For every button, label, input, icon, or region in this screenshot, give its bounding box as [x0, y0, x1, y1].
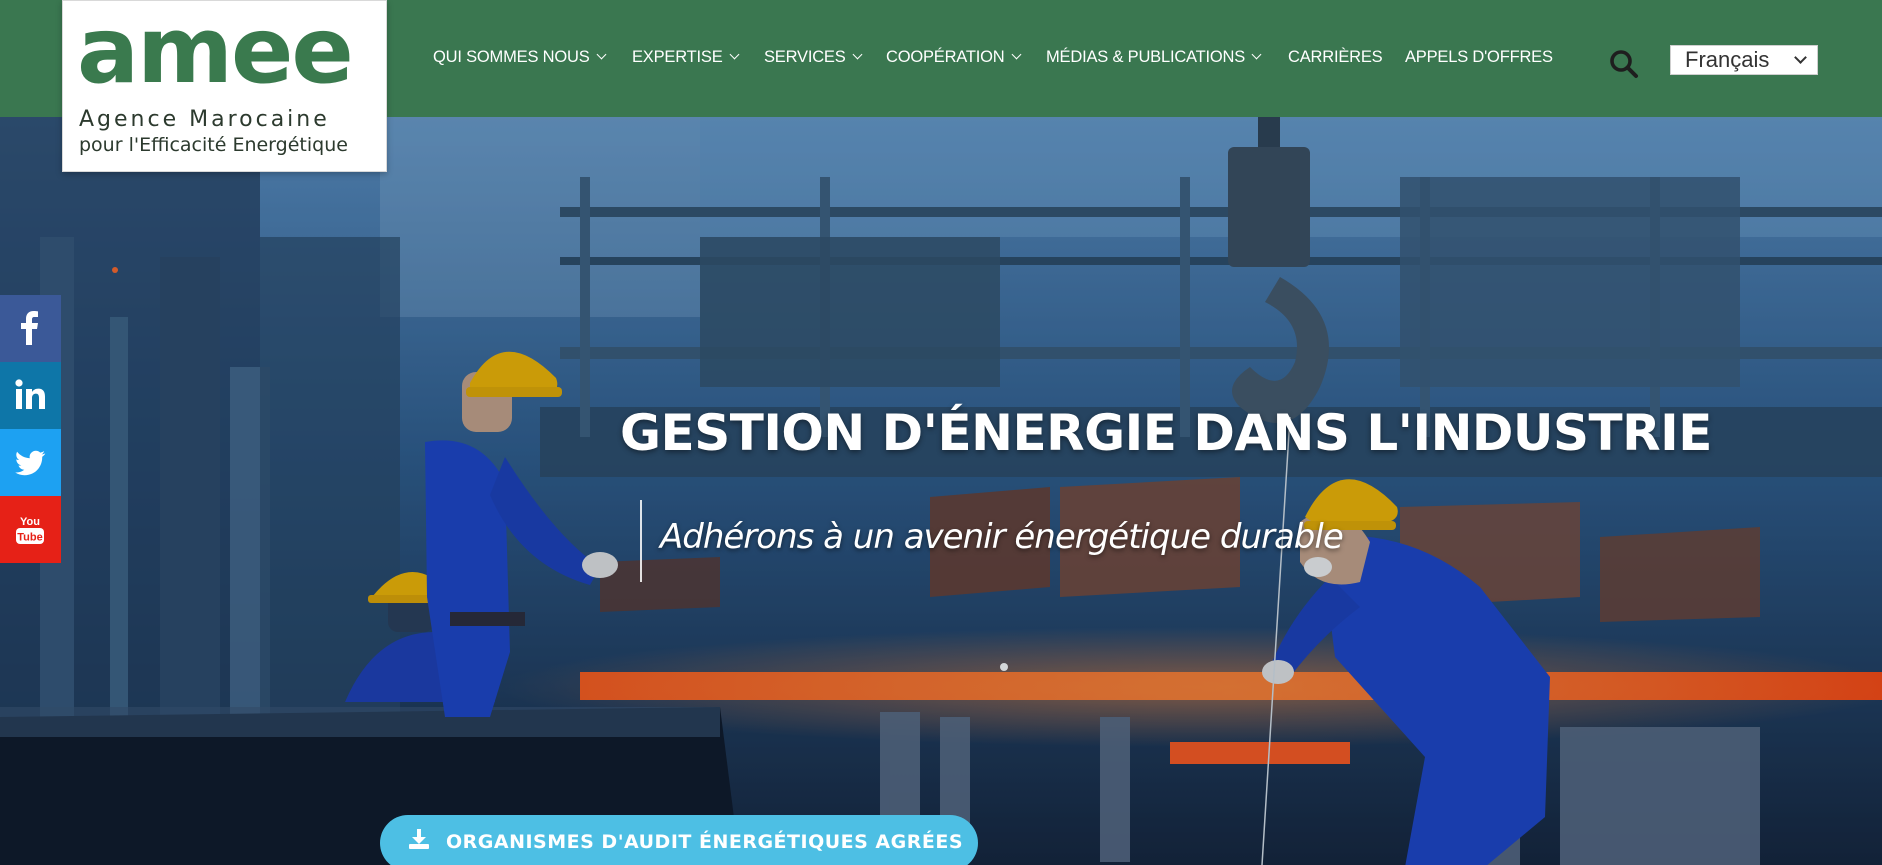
linkedin-button[interactable]	[0, 362, 61, 429]
chevron-down-icon	[852, 49, 862, 60]
chevron-down-icon	[596, 49, 606, 60]
language-value: Français	[1685, 47, 1770, 72]
chevron-down-icon	[1011, 49, 1021, 60]
search-icon[interactable]	[1608, 48, 1640, 80]
hero-subtitle: Adhérons à un avenir énergétique durable	[660, 517, 1344, 557]
language-select[interactable]: Français	[1670, 45, 1818, 75]
facebook-icon	[21, 311, 38, 345]
nav-label: SERVICES	[764, 48, 846, 66]
chevron-down-icon	[729, 49, 739, 60]
nav-item-cooperation[interactable]: COOPÉRATION	[886, 46, 1021, 68]
audit-button-label: ORGANISMES D'AUDIT ÉNERGÉTIQUES AGRÉES	[446, 831, 963, 853]
audit-organizations-button[interactable]: ORGANISMES D'AUDIT ÉNERGÉTIQUES AGRÉES	[380, 815, 978, 865]
youtube-button[interactable]: You Tube	[0, 496, 61, 563]
linkedin-icon	[15, 379, 45, 409]
nav-label: CARRIÈRES	[1288, 48, 1383, 66]
nav-item-medias-publications[interactable]: MÉDIAS & PUBLICATIONS	[1046, 46, 1262, 68]
chevron-down-icon	[1794, 51, 1807, 64]
nav-label: QUI SOMMES NOUS	[433, 48, 590, 66]
facebook-button[interactable]	[0, 295, 61, 362]
logo-wordmark: amee	[77, 0, 354, 104]
hero-background-image	[0, 117, 1882, 865]
hero-banner: GESTION D'ÉNERGIE DANS L'INDUSTRIE Adhér…	[0, 117, 1882, 865]
svg-text:Tube: Tube	[17, 532, 42, 544]
nav-item-expertise[interactable]: EXPERTISE	[632, 46, 739, 68]
logo-tagline-1: Agence Marocaine	[79, 107, 330, 132]
nav-item-carrieres[interactable]: CARRIÈRES	[1288, 46, 1383, 68]
nav-item-appels-doffres[interactable]: APPELS D'OFFRES	[1405, 46, 1553, 68]
nav-label: APPELS D'OFFRES	[1405, 48, 1553, 66]
twitter-button[interactable]	[0, 429, 61, 496]
social-share-bar: You Tube	[0, 295, 61, 563]
youtube-icon: You Tube	[16, 516, 44, 544]
chevron-down-icon	[1251, 49, 1262, 60]
hero-divider	[640, 500, 642, 582]
twitter-icon	[15, 450, 46, 476]
amee-logo[interactable]: amee Agence Marocaine pour l'Efficacité …	[62, 0, 387, 172]
nav-label: COOPÉRATION	[886, 48, 1005, 66]
nav-label: EXPERTISE	[632, 48, 723, 66]
hero-title: GESTION D'ÉNERGIE DANS L'INDUSTRIE	[620, 404, 1712, 462]
nav-label: MÉDIAS & PUBLICATIONS	[1046, 48, 1246, 66]
svg-text:You: You	[20, 516, 40, 528]
logo-tagline-2: pour l'Efficacité Energétique	[79, 134, 348, 156]
nav-item-qui-sommes-nous[interactable]: QUI SOMMES NOUS	[433, 46, 606, 68]
download-icon	[409, 829, 429, 849]
nav-item-services[interactable]: SERVICES	[764, 46, 862, 68]
